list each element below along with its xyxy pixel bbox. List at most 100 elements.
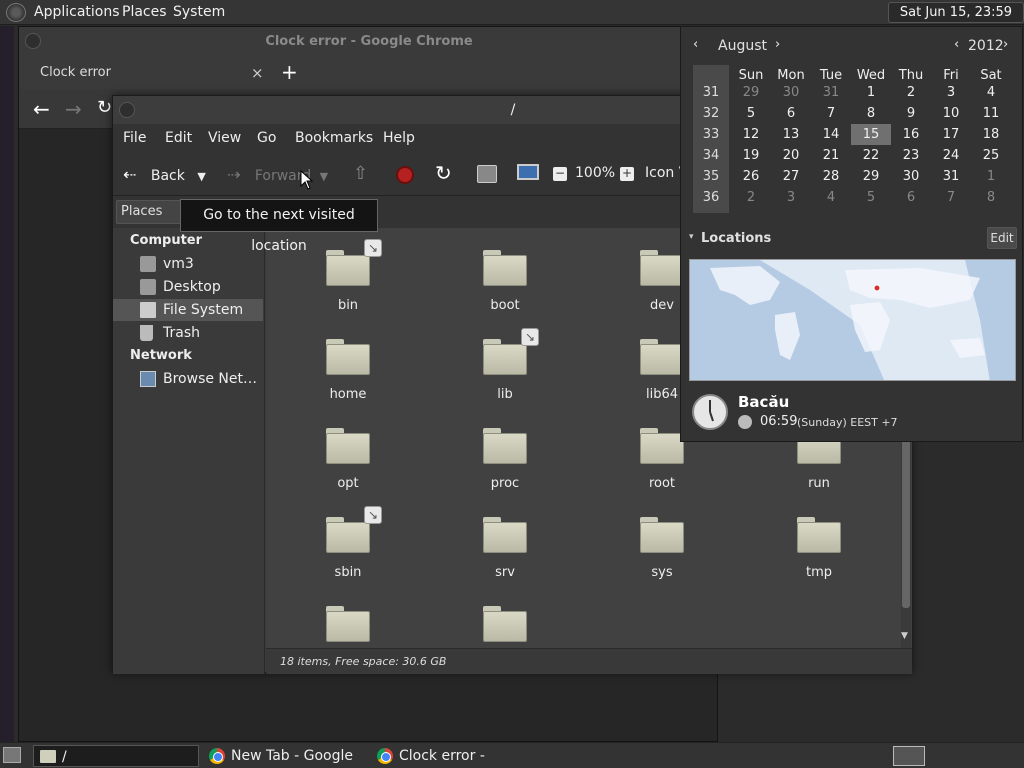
calendar-day[interactable]: 22 xyxy=(851,145,891,166)
scroll-down-icon[interactable]: ▼ xyxy=(901,631,908,641)
calendar-day[interactable]: 2 xyxy=(731,187,771,208)
calendar-day[interactable]: 14 xyxy=(811,124,851,145)
calendar-day[interactable]: 10 xyxy=(931,103,971,124)
calendar-day[interactable]: 29 xyxy=(851,166,891,187)
location-entry[interactable]: Bacău 06:59 (Sunday) EEST +7 xyxy=(681,383,1024,441)
folder-item[interactable]: home xyxy=(293,339,403,402)
calendar-day[interactable]: 15 xyxy=(851,124,891,145)
window-control-icon[interactable] xyxy=(119,102,135,118)
calendar-day[interactable]: 1 xyxy=(851,82,891,103)
menu-file[interactable]: File xyxy=(123,130,146,146)
calendar-day[interactable]: 7 xyxy=(931,187,971,208)
edit-locations-button[interactable]: Edit xyxy=(987,227,1017,249)
calendar-day[interactable]: 30 xyxy=(771,82,811,103)
close-icon[interactable]: × xyxy=(251,64,264,82)
show-desktop-icon[interactable] xyxy=(3,747,21,763)
calendar-day[interactable]: 9 xyxy=(891,103,931,124)
dropdown-arrow-icon[interactable]: ▼ xyxy=(197,170,205,183)
taskbar-item-new-tab[interactable]: New Tab - Google ... xyxy=(203,745,365,767)
dropdown-arrow-icon[interactable]: ▼ xyxy=(320,170,328,183)
calendar-day[interactable]: 8 xyxy=(851,103,891,124)
calendar-day[interactable]: 18 xyxy=(971,124,1011,145)
calendar-day[interactable]: 30 xyxy=(891,166,931,187)
calendar-day[interactable]: 5 xyxy=(731,103,771,124)
expander-arrow-icon[interactable]: ▾ xyxy=(689,232,694,242)
up-icon[interactable]: ⇧ xyxy=(353,163,368,184)
new-tab-icon[interactable]: + xyxy=(281,60,298,84)
calendar-day[interactable]: 6 xyxy=(771,103,811,124)
world-map[interactable] xyxy=(689,259,1016,381)
sidebar-item-trash[interactable]: Trash xyxy=(113,322,263,344)
system-menu[interactable]: System xyxy=(173,4,225,20)
sidebar-item-desktop[interactable]: Desktop xyxy=(113,276,263,298)
next-year-icon[interactable]: › xyxy=(1003,37,1008,52)
sidebar-item-browse-network[interactable]: Browse Net… xyxy=(113,368,263,390)
calendar-day[interactable]: 21 xyxy=(811,145,851,166)
folder-item[interactable]: opt xyxy=(293,428,403,491)
zoom-out-icon[interactable]: − xyxy=(553,167,567,181)
calendar-day[interactable]: 23 xyxy=(891,145,931,166)
calendar-day[interactable]: 8 xyxy=(971,187,1011,208)
stop-icon[interactable] xyxy=(396,166,414,184)
menu-edit[interactable]: Edit xyxy=(165,130,192,146)
calendar-day[interactable]: 4 xyxy=(971,82,1011,103)
folder-item[interactable]: lib xyxy=(450,339,560,402)
calendar-day[interactable]: 17 xyxy=(931,124,971,145)
calendar-day[interactable]: 26 xyxy=(731,166,771,187)
calendar-day[interactable]: 12 xyxy=(731,124,771,145)
workspace-switcher[interactable] xyxy=(893,746,925,766)
menu-view[interactable]: View xyxy=(208,130,241,146)
prev-month-icon[interactable]: ‹ xyxy=(693,37,698,52)
places-menu[interactable]: Places xyxy=(122,4,167,20)
folder-item[interactable]: sys xyxy=(607,517,717,580)
calendar-day[interactable]: 25 xyxy=(971,145,1011,166)
panel-clock[interactable]: Sat Jun 15, 23:59 xyxy=(888,2,1024,23)
calendar-day[interactable]: 2 xyxy=(891,82,931,103)
calendar-day[interactable]: 7 xyxy=(811,103,851,124)
calendar-day[interactable]: 20 xyxy=(771,145,811,166)
zoom-in-icon[interactable]: + xyxy=(620,167,634,181)
calendar-day[interactable]: 29 xyxy=(731,82,771,103)
next-month-icon[interactable]: › xyxy=(775,37,780,52)
menu-go[interactable]: Go xyxy=(257,130,276,146)
folder-item[interactable]: tmp xyxy=(764,517,874,580)
calendar-day[interactable]: 5 xyxy=(851,187,891,208)
taskbar-item-file-manager[interactable]: / xyxy=(33,745,199,767)
calendar-day[interactable]: 19 xyxy=(731,145,771,166)
taskbar-item-clock-error[interactable]: Clock error - Googl... xyxy=(371,745,536,767)
reload-icon[interactable]: ↻ xyxy=(435,161,452,185)
sidebar-item-vm3[interactable]: vm3 xyxy=(113,253,263,275)
calendar-day[interactable]: 11 xyxy=(971,103,1011,124)
calendar-day[interactable]: 6 xyxy=(891,187,931,208)
folder-item[interactable]: srv xyxy=(450,517,560,580)
chrome-tab[interactable]: Clock error × xyxy=(25,57,275,89)
chrome-titlebar[interactable]: Clock error - Google Chrome xyxy=(19,27,719,57)
calendar-day[interactable]: 3 xyxy=(771,187,811,208)
menu-bookmarks[interactable]: Bookmarks xyxy=(295,130,373,146)
folder-item[interactable]: sbin xyxy=(293,517,403,580)
calendar-day[interactable]: 31 xyxy=(931,166,971,187)
menu-help[interactable]: Help xyxy=(383,130,415,146)
prev-year-icon[interactable]: ‹ xyxy=(954,37,959,52)
calendar-day[interactable]: 16 xyxy=(891,124,931,145)
folder-item[interactable]: boot xyxy=(450,250,560,313)
folder-item[interactable]: bin xyxy=(293,250,403,313)
calendar-day[interactable]: 27 xyxy=(771,166,811,187)
reload-icon[interactable]: ↻ xyxy=(97,97,112,118)
back-button[interactable]: ⇠ Back ▼ xyxy=(123,165,206,184)
calendar-day[interactable]: 1 xyxy=(971,166,1011,187)
window-control-icon[interactable] xyxy=(25,33,41,49)
computer-icon[interactable] xyxy=(517,164,539,180)
sidebar-item-file-system[interactable]: File System xyxy=(113,299,263,321)
calendar-day[interactable]: 13 xyxy=(771,124,811,145)
calendar-day[interactable]: 3 xyxy=(931,82,971,103)
folder-item[interactable] xyxy=(450,606,560,654)
forward-arrow-icon[interactable]: → xyxy=(65,97,82,121)
calendar-day[interactable]: 28 xyxy=(811,166,851,187)
distro-logo-icon[interactable] xyxy=(6,3,26,22)
calendar-day[interactable]: 24 xyxy=(931,145,971,166)
home-icon[interactable] xyxy=(477,165,497,183)
back-arrow-icon[interactable]: ← xyxy=(33,97,50,121)
folder-item[interactable] xyxy=(293,606,403,654)
calendar-day[interactable]: 4 xyxy=(811,187,851,208)
